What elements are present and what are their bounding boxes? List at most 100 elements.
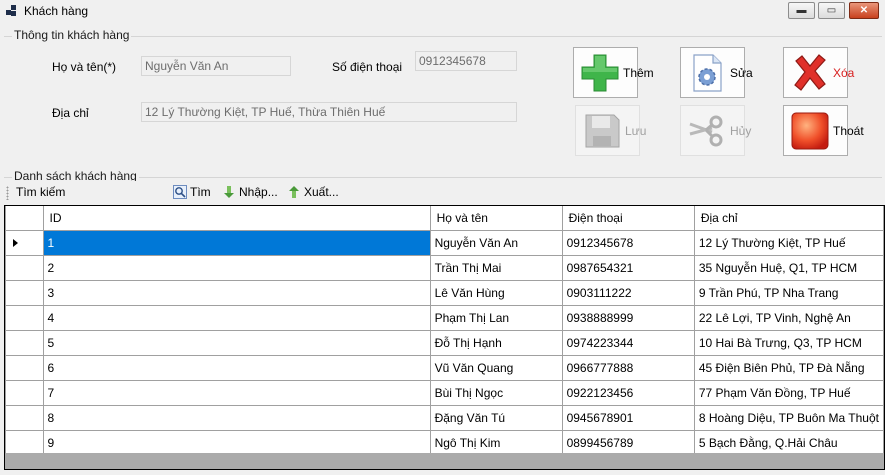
table-row[interactable]: 6 Vũ Văn Quang 0966777888 45 Điện Biên Phủ,… [5, 354, 884, 381]
cell-name[interactable]: Nguyễn Văn An [429, 229, 563, 256]
row-header[interactable] [5, 279, 44, 306]
cell-address[interactable]: 22 Lê Lợi, TP Vinh, Nghệ An [693, 304, 884, 331]
name-label: Họ và tên(*) [52, 60, 117, 74]
export-button[interactable]: Xuất... [287, 185, 339, 199]
cancel-button-label: Hủy [730, 123, 752, 138]
red-x-icon [789, 52, 831, 94]
column-header-address[interactable]: Địa chỉ [693, 206, 884, 231]
row-header-corner [5, 206, 44, 231]
floppy-disk-icon [581, 110, 623, 152]
column-header-id[interactable]: ID [42, 206, 431, 231]
customer-grid[interactable]: ID Họ và tên Điện thoại Địa chỉ 1 Nguyễn … [4, 205, 885, 470]
cell-name[interactable]: Trần Thị Mai [429, 254, 563, 281]
cell-name[interactable]: Đặng Văn Tú [429, 404, 563, 431]
name-field[interactable] [141, 56, 291, 76]
save-button[interactable]: Lưu [575, 105, 646, 156]
row-header[interactable] [5, 254, 44, 281]
table-row[interactable]: 9 Ngô Thị Kim 0899456789 5 Bạch Đằng, Q.Hải… [5, 429, 884, 456]
cancel-button[interactable]: Hủy [680, 105, 751, 156]
exit-square-icon [789, 110, 831, 152]
address-field[interactable] [141, 102, 517, 122]
table-row[interactable]: 8 Đặng Văn Tú 0945678901 8 Hoàng Diệu, TP B… [5, 404, 884, 431]
cell-name[interactable]: Ngô Thị Kim [429, 429, 563, 456]
row-header[interactable] [5, 354, 44, 381]
window-title: Khách hàng [24, 4, 89, 18]
cell-address[interactable]: 35 Nguyễn Huệ, Q1, TP HCM [693, 254, 884, 281]
import-button[interactable]: Nhập... [222, 185, 278, 199]
table-row[interactable]: 4 Phạm Thị Lan 0938888999 22 Lê Lợi, TP Vin… [5, 304, 884, 331]
import-icon [224, 186, 234, 198]
exit-button[interactable]: Thoát [783, 105, 864, 156]
cell-id[interactable]: 7 [42, 379, 431, 406]
cell-name[interactable]: Phạm Thị Lan [429, 304, 563, 331]
toolbar-grip[interactable] [6, 186, 9, 200]
cell-address[interactable]: 10 Hai Bà Trưng, Q3, TP HCM [693, 329, 884, 356]
horizontal-scrollbar[interactable] [5, 453, 884, 469]
cell-name[interactable]: Vũ Văn Quang [429, 354, 563, 381]
exit-button-label: Thoát [833, 123, 864, 138]
row-header[interactable] [5, 404, 44, 431]
phone-field[interactable] [415, 51, 517, 71]
cell-id[interactable]: 1 [42, 229, 431, 256]
cell-id[interactable]: 9 [42, 429, 431, 456]
close-button[interactable]: ✕ [849, 2, 879, 19]
cell-name[interactable]: Lê Văn Hùng [429, 279, 563, 306]
cell-id[interactable]: 2 [42, 254, 431, 281]
row-header[interactable] [5, 429, 44, 456]
toolbar: Tìm kiếm Tìm Nhập... Xuất... [0, 181, 885, 205]
cell-address[interactable]: 5 Bạch Đằng, Q.Hải Châu [693, 429, 884, 456]
address-label: Địa chỉ [52, 106, 89, 120]
save-button-label: Lưu [625, 123, 647, 138]
info-group-title: Thông tin khách hàng [12, 28, 132, 42]
column-header-phone[interactable]: Điện thoại [561, 206, 695, 231]
edit-button-label: Sửa [730, 65, 753, 80]
import-button-label: Nhập... [239, 185, 278, 199]
row-header[interactable] [5, 304, 44, 331]
cell-address[interactable]: 8 Hoàng Diệu, TP Buôn Ma Thuột [693, 404, 884, 431]
row-header[interactable] [5, 229, 44, 256]
row-header[interactable] [5, 379, 44, 406]
plus-icon [579, 52, 621, 94]
table-row[interactable]: 3 Lê Văn Hùng 0903111222 9 Trần Phú, TP Nha… [5, 279, 884, 306]
table-row[interactable]: 1 Nguyễn Văn An 0912345678 12 Lý Thường Kiệ… [5, 229, 884, 256]
cell-id[interactable]: 3 [42, 279, 431, 306]
cell-phone[interactable]: 0987654321 [561, 254, 695, 281]
cell-phone[interactable]: 0899456789 [561, 429, 695, 456]
cell-name[interactable]: Đỗ Thị Hạnh [429, 329, 563, 356]
cell-id[interactable]: 5 [42, 329, 431, 356]
cell-phone[interactable]: 0912345678 [561, 229, 695, 256]
cell-phone[interactable]: 0974223344 [561, 329, 695, 356]
export-icon [289, 186, 299, 198]
cell-phone[interactable]: 0938888999 [561, 304, 695, 331]
cell-id[interactable]: 8 [42, 404, 431, 431]
cell-address[interactable]: 9 Trần Phú, TP Nha Trang [693, 279, 884, 306]
cell-phone[interactable]: 0945678901 [561, 404, 695, 431]
column-header-name[interactable]: Họ và tên [429, 206, 563, 231]
current-row-arrow-icon [13, 238, 18, 247]
row-header[interactable] [5, 329, 44, 356]
customer-table: ID Họ và tên Điện thoại Địa chỉ 1 Nguyễn … [5, 206, 884, 456]
cell-address[interactable]: 77 Phạm Văn Đồng, TP Huế [693, 379, 884, 406]
cell-address[interactable]: 45 Điện Biên Phủ, TP Đà Nẵng [693, 354, 884, 381]
find-button[interactable]: Tìm [173, 185, 211, 199]
table-row[interactable]: 7 Bùi Thị Ngọc 0922123456 77 Phạm Văn Đồng,… [5, 379, 884, 406]
cell-phone[interactable]: 0966777888 [561, 354, 695, 381]
phone-label: Số điện thoại [332, 60, 403, 74]
maximize-button[interactable]: ▭ [818, 2, 845, 19]
cell-id[interactable]: 4 [42, 304, 431, 331]
cell-phone[interactable]: 0903111222 [561, 279, 695, 306]
header-row: ID Họ và tên Điện thoại Địa chỉ [5, 206, 884, 231]
scissors-icon [686, 110, 728, 152]
table-row[interactable]: 2 Trần Thị Mai 0987654321 35 Nguyễn Huệ, Q1… [5, 254, 884, 281]
delete-button[interactable]: Xóa [783, 47, 854, 98]
search-label: Tìm kiếm [16, 185, 66, 199]
add-button[interactable]: Thêm [573, 47, 654, 98]
minimize-button[interactable]: ▬ [788, 2, 815, 19]
cell-name[interactable]: Bùi Thị Ngọc [429, 379, 563, 406]
edit-button[interactable]: Sửa [680, 47, 753, 98]
cell-phone[interactable]: 0922123456 [561, 379, 695, 406]
cell-address[interactable]: 12 Lý Thường Kiệt, TP Huế [693, 229, 884, 256]
cell-id[interactable]: 6 [42, 354, 431, 381]
title-bar[interactable]: Khách hàng ▬ ▭ ✕ [0, 0, 885, 22]
table-row[interactable]: 5 Đỗ Thị Hạnh 0974223344 10 Hai Bà Trưng, Q… [5, 329, 884, 356]
